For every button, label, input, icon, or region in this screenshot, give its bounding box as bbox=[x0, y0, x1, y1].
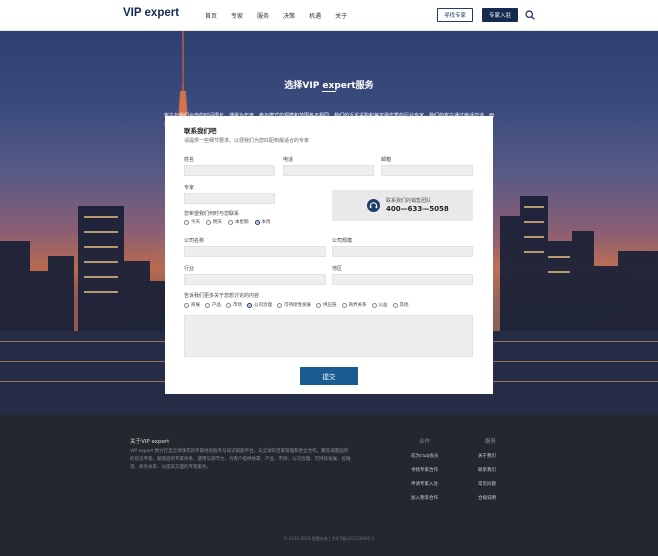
sales-team-label: 联系我们的销售团队 bbox=[386, 198, 432, 204]
company-size-label: 公司规模 bbox=[332, 238, 353, 244]
expert-input[interactable] bbox=[184, 193, 275, 204]
topic-option[interactable]: 公司治理 bbox=[247, 302, 272, 308]
contact-time-option[interactable]: 本周 bbox=[254, 219, 271, 225]
submit-button[interactable]: 提交 bbox=[300, 367, 358, 385]
name-input[interactable] bbox=[184, 165, 275, 176]
footer-link[interactable]: 常见问题 bbox=[478, 481, 496, 487]
contact-time-options: 今天 明天 本星期 本周 bbox=[184, 219, 271, 225]
industry-input[interactable] bbox=[184, 274, 326, 285]
nav-item-home[interactable]: 首页 bbox=[205, 11, 217, 20]
footer-link[interactable]: 联系我们 bbox=[478, 467, 496, 473]
footer-about-title: 关于VIP expert bbox=[130, 439, 170, 445]
nav-item-decisions[interactable]: 决策 bbox=[283, 11, 295, 20]
region-label: 地区 bbox=[332, 266, 343, 272]
site-footer: 关于VIP expert VIP expert 致力打造全球领先的专家经验服务与… bbox=[0, 415, 658, 556]
footer-services-column: 服务 关于我们 联系我们 常见问题 合规说明 bbox=[478, 437, 496, 509]
contact-time-label: 您希望我们何时与您联系 bbox=[184, 211, 240, 217]
sales-phone-number[interactable]: 400—633—5058 bbox=[386, 205, 449, 213]
email-input[interactable] bbox=[381, 165, 473, 176]
footer-col-title: 合作 bbox=[419, 439, 431, 445]
find-expert-button[interactable]: 寻找专家 bbox=[437, 8, 473, 22]
contact-time-option[interactable]: 今天 bbox=[184, 219, 200, 225]
nav-item-experts[interactable]: 专家 bbox=[231, 11, 243, 20]
main-nav: 首页 专家 服务 决策 机遇 关于 bbox=[205, 11, 347, 20]
region-input[interactable] bbox=[332, 274, 473, 285]
footer-link[interactable]: 申请专家入驻 bbox=[411, 481, 438, 487]
topic-option[interactable]: 商展 bbox=[184, 302, 200, 308]
footer-col-title: 服务 bbox=[485, 439, 497, 445]
topic-option[interactable]: 商界关系 bbox=[341, 302, 367, 308]
form-subtitle: 请提供一些细节要求。以便我们为您匹配到最适合的专家 bbox=[184, 138, 310, 144]
expert-label: 专家 bbox=[184, 185, 195, 191]
phone-label: 电话 bbox=[283, 157, 294, 163]
footer-link[interactable]: 成为club会员 bbox=[411, 453, 438, 459]
topic-option[interactable]: 公益 bbox=[371, 302, 388, 308]
nav-item-about[interactable]: 关于 bbox=[335, 11, 347, 20]
footer-link[interactable]: 加入我等合作 bbox=[411, 495, 438, 501]
topic-label: 告诉我们更多关于您想讨论的内容 bbox=[184, 293, 260, 299]
topic-option[interactable]: 可持续性发展 bbox=[277, 302, 311, 308]
contact-time-option[interactable]: 明天 bbox=[206, 219, 222, 225]
industry-label: 行业 bbox=[184, 266, 195, 272]
topic-options: 商展 产品 市场 公司治理 可持续性发展 供应链 商界关系 公益 其他 bbox=[184, 302, 409, 308]
join-expert-button[interactable]: 专家入驻 bbox=[482, 8, 518, 22]
company-name-label: 公司名称 bbox=[184, 238, 205, 244]
name-label: 姓名 bbox=[184, 157, 195, 163]
sales-contact-box: 联系我们的销售团队 400—633—5058 bbox=[332, 190, 473, 221]
topic-option[interactable]: 其他 bbox=[392, 302, 409, 308]
footer-link[interactable]: 关于我们 bbox=[478, 453, 496, 459]
contact-form-card: 联系我们吧 请提供一些细节要求。以便我们为您匹配到最适合的专家 姓名 电话 邮箱… bbox=[165, 116, 493, 394]
hero-title: 选择VIP expert服务 bbox=[284, 81, 374, 91]
site-header: VIP expert 首页 专家 服务 决策 机遇 关于 寻找专家 专家入驻 bbox=[0, 0, 658, 31]
form-title: 联系我们吧 bbox=[184, 127, 217, 135]
company-size-input[interactable] bbox=[332, 246, 473, 257]
footer-link[interactable]: 寻找专家合作 bbox=[411, 467, 438, 473]
message-textarea[interactable] bbox=[184, 315, 473, 357]
company-name-input[interactable] bbox=[184, 246, 326, 257]
contact-time-option[interactable]: 本星期 bbox=[228, 219, 249, 225]
search-icon[interactable] bbox=[525, 10, 535, 20]
topic-option[interactable]: 供应链 bbox=[316, 302, 337, 308]
site-logo[interactable]: VIP expert bbox=[123, 7, 179, 19]
title-underline bbox=[322, 91, 336, 92]
headset-icon bbox=[367, 199, 380, 212]
nav-item-opportunities[interactable]: 机遇 bbox=[309, 11, 321, 20]
topic-option[interactable]: 产品 bbox=[205, 302, 221, 308]
email-label: 邮箱 bbox=[381, 157, 392, 163]
footer-link[interactable]: 合规说明 bbox=[478, 495, 496, 501]
copyright-text: © 2012-2019 智慧未来 | 京ICP备12015368号-1 bbox=[283, 536, 375, 541]
phone-input[interactable] bbox=[283, 165, 374, 176]
nav-item-services[interactable]: 服务 bbox=[257, 11, 269, 20]
footer-cooperation-column: 合作 成为club会员 寻找专家合作 申请专家入驻 加入我等合作 bbox=[411, 437, 438, 509]
topic-option[interactable]: 市场 bbox=[226, 302, 242, 308]
footer-about-description: VIP expert 致力打造全球领先的专家经验服务与知识赋能平台，与全球的百家… bbox=[130, 449, 351, 470]
